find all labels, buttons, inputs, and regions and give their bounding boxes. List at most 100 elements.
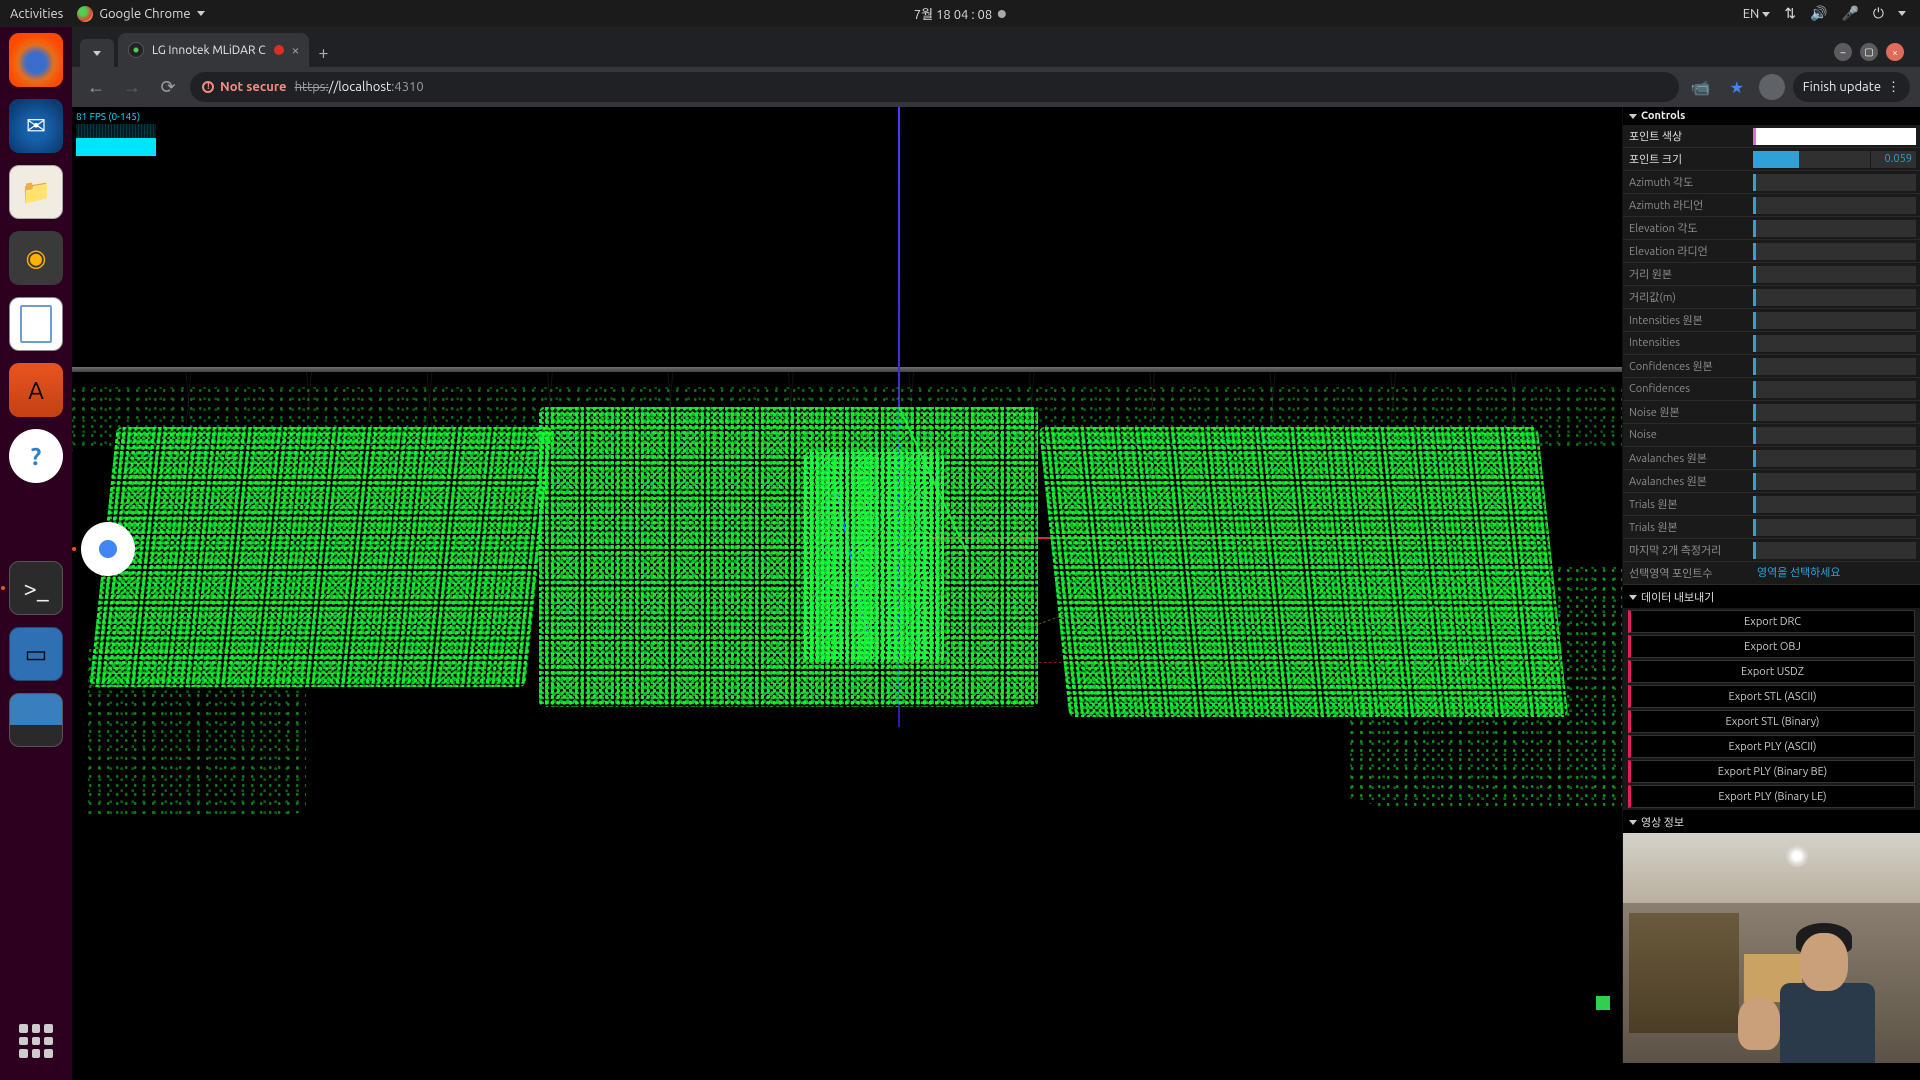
kebab-icon: ⋮ xyxy=(1887,80,1900,95)
window-minimize[interactable]: – xyxy=(1834,43,1852,61)
gnome-top-bar: Activities Google Chrome 7월 18 04 : 08 E… xyxy=(0,0,1920,27)
row-info: Trials 원본 xyxy=(1623,493,1920,516)
info-value xyxy=(1753,174,1916,191)
selected-points-message: 영역을 선택하세요 xyxy=(1753,565,1916,582)
chrome-icon xyxy=(77,6,93,22)
point-size-value[interactable]: 0.059 xyxy=(1870,151,1916,168)
nav-back[interactable]: ← xyxy=(82,73,110,101)
row-info: Intensities 원본 xyxy=(1623,309,1920,332)
bookmark-star-icon[interactable]: ★ xyxy=(1723,73,1751,101)
info-label: Trials 원본 xyxy=(1623,519,1753,535)
export-button[interactable]: Export USDZ xyxy=(1628,660,1915,683)
export-button[interactable]: Export PLY (Binary LE) xyxy=(1628,785,1915,808)
info-value xyxy=(1753,358,1916,375)
info-value xyxy=(1753,335,1916,352)
finish-update-button[interactable]: Finish update ⋮ xyxy=(1793,72,1910,102)
nav-reload[interactable]: ⟳ xyxy=(154,73,182,101)
export-button[interactable]: Export DRC xyxy=(1628,610,1915,633)
video-folder-header[interactable]: 영상 정보 xyxy=(1623,810,1920,833)
point-size-control[interactable]: 0.059 xyxy=(1753,151,1916,168)
dock-help[interactable]: ? xyxy=(9,429,63,483)
dock-rhythmbox[interactable]: ◉ xyxy=(9,231,63,285)
row-info: Noise 원본 xyxy=(1623,401,1920,424)
camera-permission-icon[interactable]: 📹 xyxy=(1687,73,1715,101)
lidar-viewport[interactable]: 81 FPS (0-145) 1m Controls xyxy=(72,107,1920,1080)
info-value xyxy=(1753,243,1916,260)
indicator-square xyxy=(1596,996,1610,1010)
security-chip[interactable]: Not secure xyxy=(202,80,287,94)
dock-terminal[interactable]: >_ xyxy=(9,561,63,615)
export-title: 데이터 내보내기 xyxy=(1641,589,1714,605)
export-button[interactable]: Export STL (Binary) xyxy=(1628,710,1915,733)
row-info: Noise xyxy=(1623,424,1920,447)
omnibox[interactable]: Not secure https://localhost:4310 xyxy=(190,72,1679,102)
video-title: 영상 정보 xyxy=(1641,814,1684,830)
nav-forward[interactable]: → xyxy=(118,73,146,101)
dock-thunderbird[interactable]: ✉ xyxy=(9,99,63,153)
dock-screenshot[interactable]: ▭ xyxy=(9,627,63,681)
row-info: Azimuth 각도 xyxy=(1623,171,1920,194)
export-folder-header[interactable]: 데이터 내보내기 xyxy=(1623,585,1920,608)
network-icon[interactable]: ⇅ xyxy=(1784,5,1796,22)
volume-icon[interactable]: 🔊 xyxy=(1810,5,1827,22)
export-button[interactable]: Export STL (ASCII) xyxy=(1628,685,1915,708)
info-value xyxy=(1753,404,1916,421)
profile-avatar[interactable] xyxy=(1759,74,1785,100)
export-button[interactable]: Export PLY (ASCII) xyxy=(1628,735,1915,758)
point-cloud xyxy=(72,387,1630,1080)
row-point-color[interactable]: 포인트 색상 xyxy=(1623,125,1920,148)
tab-title: LG Innotek MLiDAR C xyxy=(152,44,266,57)
controls-header[interactable]: Controls xyxy=(1623,107,1920,125)
row-info: 거리 원본 xyxy=(1623,263,1920,286)
row-point-size[interactable]: 포인트 크기 0.059 xyxy=(1623,148,1920,171)
search-tabs-button[interactable] xyxy=(80,39,114,67)
security-label: Not secure xyxy=(220,80,287,94)
row-info: 거리값(m) xyxy=(1623,286,1920,309)
fps-meter: 81 FPS (0-145) xyxy=(76,111,156,156)
dock-software[interactable]: A xyxy=(9,363,63,417)
tab-close-button[interactable]: × xyxy=(292,42,300,58)
camera-preview xyxy=(1623,833,1920,1063)
info-label: Confidences 원본 xyxy=(1623,358,1753,374)
info-label: Noise 원본 xyxy=(1623,404,1753,420)
new-tab-button[interactable]: + xyxy=(309,39,337,67)
app-menu[interactable]: Google Chrome xyxy=(77,6,204,22)
info-value xyxy=(1753,312,1916,329)
info-value xyxy=(1753,519,1916,536)
export-button[interactable]: Export OBJ xyxy=(1628,635,1915,658)
info-label: 거리값(m) xyxy=(1623,289,1753,305)
input-lang[interactable]: EN xyxy=(1743,7,1771,21)
mic-icon[interactable]: 🎤 xyxy=(1841,5,1858,22)
chrome-toolbar: ← → ⟳ Not secure https://localhost:4310 … xyxy=(72,67,1920,107)
point-color-swatch[interactable] xyxy=(1753,128,1916,145)
dock-libreoffice[interactable] xyxy=(9,297,63,351)
chevron-down-icon xyxy=(93,51,101,56)
row-info: Confidences 원본 xyxy=(1623,355,1920,378)
dock-chrome[interactable] xyxy=(81,522,135,576)
export-button[interactable]: Export PLY (Binary BE) xyxy=(1628,760,1915,783)
dock-displays[interactable] xyxy=(9,693,63,747)
clock-label[interactable]: 7월 18 04 : 08 xyxy=(914,4,992,23)
chevron-down-icon xyxy=(1629,820,1637,825)
info-label: Azimuth 라디언 xyxy=(1623,197,1753,213)
info-label: Trials 원본 xyxy=(1623,496,1753,512)
notification-dot-icon xyxy=(998,10,1006,18)
power-icon[interactable]: ⏻ xyxy=(1873,5,1884,22)
info-value xyxy=(1753,496,1916,513)
window-maximize[interactable]: ▢ xyxy=(1860,43,1878,61)
info-value xyxy=(1753,381,1916,398)
tab-favicon xyxy=(128,42,144,58)
activities-button[interactable]: Activities xyxy=(10,7,63,21)
dock-firefox[interactable] xyxy=(9,33,63,87)
info-value xyxy=(1753,289,1916,306)
dock-files[interactable]: 📁 xyxy=(9,165,63,219)
controls-title: Controls xyxy=(1641,110,1685,122)
info-label: 거리 원본 xyxy=(1623,266,1753,282)
info-label: Avalanches 원본 xyxy=(1623,450,1753,466)
show-applications[interactable] xyxy=(9,1014,63,1068)
window-close[interactable]: × xyxy=(1886,43,1904,61)
info-label: Avalanches 원본 xyxy=(1623,473,1753,489)
info-label: Confidences xyxy=(1623,383,1753,395)
point-size-slider[interactable] xyxy=(1756,151,1870,168)
browser-tab[interactable]: LG Innotek MLiDAR C × xyxy=(118,33,309,67)
